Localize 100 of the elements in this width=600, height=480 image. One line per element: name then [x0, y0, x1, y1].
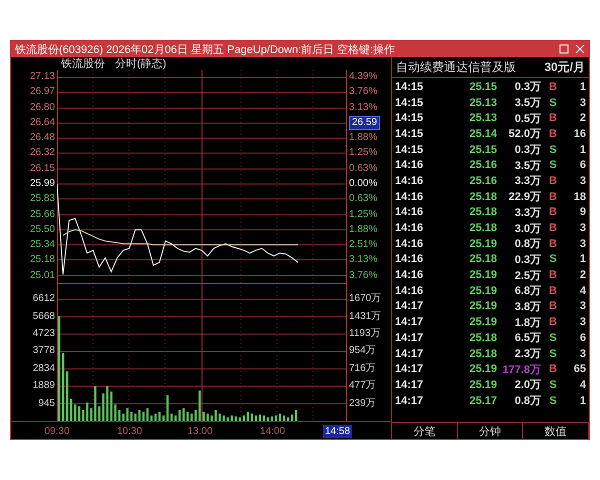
- trade-time: 14:16: [395, 206, 424, 218]
- trade-time: 14:15: [395, 128, 424, 140]
- volume-tick-label: 5668: [32, 312, 55, 322]
- current-time-tag: 14:58: [323, 425, 352, 438]
- trade-price: 25.18: [468, 190, 497, 203]
- percent-label: 3.76%: [349, 270, 378, 281]
- trade-side: S: [548, 96, 558, 109]
- price-tick-label: 25.83: [30, 194, 55, 204]
- trade-side: B: [548, 174, 558, 187]
- trade-price: 25.18: [468, 222, 497, 234]
- trade-volume: 0.3万: [514, 252, 541, 267]
- trade-volume: 3.8万: [514, 300, 541, 314]
- trade-time: 14:17: [395, 363, 424, 376]
- trade-volume: 2.5万: [514, 268, 541, 283]
- trade-count: 2: [578, 112, 586, 124]
- trade-side: B: [548, 269, 558, 282]
- time-label: 09:30: [44, 426, 70, 437]
- trade-count: 65: [572, 363, 586, 376]
- price-tick-label: 26.97: [30, 87, 55, 98]
- percent-label: 3.13%: [349, 103, 378, 114]
- chart-mode: 分时(静态): [115, 56, 166, 71]
- trade-volume: 0.3万: [514, 80, 541, 94]
- trade-time: 14:15: [395, 144, 424, 156]
- trade-count: 6: [578, 159, 586, 172]
- trade-count: 3: [578, 348, 586, 360]
- trade-volume: 0.3万: [514, 143, 541, 158]
- amount-label: 1670万: [349, 294, 382, 304]
- trade-count: 9: [578, 206, 586, 218]
- trade-side: S: [548, 253, 558, 266]
- trade-time: 14:17: [395, 378, 424, 391]
- time-label: 14:00: [260, 426, 286, 437]
- trade-side: B: [548, 112, 558, 124]
- trade-volume: 0.8万: [514, 237, 541, 252]
- trade-side: S: [548, 394, 558, 407]
- trade-price: 25.19: [468, 284, 497, 297]
- price-tick-label: 25.01: [30, 270, 55, 281]
- trade-price: 25.18: [468, 206, 497, 218]
- volume-tick-label: 6612: [32, 294, 55, 304]
- trade-price: 25.19: [468, 238, 497, 250]
- trade-volume: 3.3万: [514, 174, 541, 188]
- percent-label: 4.39%: [349, 72, 378, 82]
- trade-count: 1: [578, 253, 586, 266]
- trade-side: B: [548, 206, 558, 218]
- trade-volume: 3.3万: [514, 206, 541, 220]
- percent-label: 3.76%: [349, 87, 378, 98]
- trade-count: 1: [578, 394, 586, 407]
- trade-side: S: [548, 378, 558, 391]
- trade-count: 4: [578, 378, 586, 391]
- volume-tick-label: 4723: [32, 329, 55, 340]
- trade-price: 25.19: [468, 363, 497, 376]
- price-tick-label: 26.15: [30, 164, 55, 174]
- trade-time: 14:16: [395, 238, 424, 250]
- amount-label: 239万: [349, 398, 376, 409]
- trade-time: 14:15: [395, 112, 424, 124]
- trade-time: 14:15: [395, 96, 424, 109]
- price-tick-label: 26.80: [30, 103, 55, 114]
- window-title: 铁流股份(603926) 2026年02月06日 星期五 PageUp/Down:前后日 空格键:操作: [15, 42, 396, 56]
- trade-side: B: [548, 316, 558, 328]
- trade-time: 14:17: [395, 300, 424, 312]
- trade-volume: 52.0万: [508, 127, 541, 142]
- trade-side: B: [548, 80, 558, 93]
- trade-volume: 177.8万: [501, 362, 541, 377]
- trade-count: 3: [578, 316, 586, 328]
- price-tick-label: 25.34: [30, 240, 55, 250]
- trade-time: 14:17: [395, 348, 424, 360]
- trade-price: 25.15: [468, 144, 497, 156]
- trade-side: S: [548, 348, 558, 360]
- trade-time: 14:16: [395, 190, 424, 203]
- trade-price: 25.19: [468, 300, 497, 312]
- trade-time: 14:17: [395, 316, 424, 328]
- volume-tick-label: 2834: [32, 364, 55, 374]
- amount-label: 954万: [349, 346, 376, 356]
- price-tick-label: 27.13: [30, 72, 55, 82]
- trade-price: 25.13: [468, 112, 497, 124]
- amount-label: 1431万: [349, 312, 382, 322]
- trade-side: B: [548, 363, 558, 376]
- trade-volume: 6.8万: [514, 284, 541, 298]
- trade-side: B: [548, 284, 558, 297]
- trade-time: 14:15: [395, 80, 424, 93]
- percent-label: 1.25%: [349, 148, 378, 158]
- trade-price: 25.15: [468, 80, 497, 93]
- trade-price: 25.18: [468, 332, 497, 344]
- trade-volume: 22.9万: [508, 190, 541, 204]
- trade-count: 16: [572, 128, 586, 140]
- trade-price: 25.19: [468, 269, 497, 282]
- trade-price: 25.16: [468, 159, 497, 172]
- trade-volume: 0.5万: [514, 112, 541, 126]
- trade-side: B: [548, 238, 558, 250]
- trade-count: 3: [578, 174, 586, 187]
- trade-count: 1: [578, 144, 586, 156]
- trade-side: B: [548, 128, 558, 140]
- percent-label: 3.13%: [349, 254, 378, 265]
- volume-tick-label: 945: [38, 398, 55, 409]
- amount-label: 477万: [349, 381, 376, 392]
- price-tick-label: 26.48: [30, 133, 55, 144]
- trade-count: 3: [578, 96, 586, 109]
- trade-time: 14:16: [395, 253, 424, 266]
- percent-label: 1.88%: [349, 133, 378, 144]
- trade-volume: 0.8万: [514, 394, 541, 408]
- trade-volume: 3.5万: [514, 158, 541, 173]
